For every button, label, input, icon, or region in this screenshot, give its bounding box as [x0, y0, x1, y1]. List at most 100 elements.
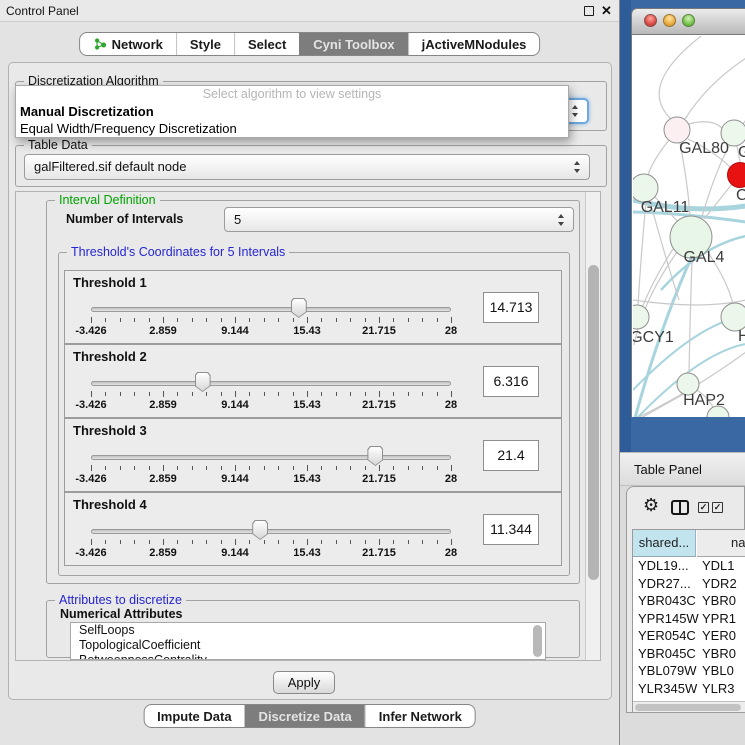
tab-label: Cyni Toolbox: [313, 37, 394, 52]
slider-tick: [163, 465, 164, 471]
attribute-item-betweennesscentrality[interactable]: BetweennessCentrality: [71, 653, 545, 660]
table-row[interactable]: YER054CYER0: [633, 627, 745, 645]
slider-tick: [307, 465, 308, 471]
slider-track[interactable]: [91, 381, 451, 386]
tab-discretize-data[interactable]: Discretize Data: [245, 705, 365, 727]
close-window-button[interactable]: [644, 14, 657, 27]
slider-tick: [379, 465, 380, 471]
slider-tick: [393, 540, 394, 544]
table-row[interactable]: YDR27...YDR2: [633, 575, 745, 593]
network-node-label: H: [738, 328, 745, 345]
threshold-title: Threshold 4: [73, 497, 147, 512]
table-row[interactable]: YBR045CYBR0: [633, 645, 745, 663]
number-of-intervals-label: Number of Intervals: [66, 212, 183, 226]
control-panel-tabs: Network Style Select Cyni Toolbox jActiveMNo…: [79, 32, 541, 56]
slider-tick: [235, 391, 236, 397]
slider-tick: [221, 318, 222, 322]
slider-tick: [91, 539, 92, 545]
columns-icon[interactable]: [671, 500, 689, 515]
apply-button[interactable]: Apply: [273, 671, 335, 694]
tab-label: Discretize Data: [259, 709, 352, 724]
network-edge: [642, 249, 673, 308]
network-node-c[interactable]: [728, 163, 745, 188]
dropdown-option-manual-discretization[interactable]: Manual Discretization: [16, 103, 568, 120]
slider-track[interactable]: [91, 307, 451, 312]
slider-tick: [192, 318, 193, 322]
table-row[interactable]: YPR145WYPR1: [633, 610, 745, 628]
threshold-value-field[interactable]: 21.4: [483, 440, 539, 471]
vertical-scrollbar-track[interactable]: [585, 192, 600, 660]
slider-track[interactable]: [91, 455, 451, 460]
cell-name: YBL0: [702, 662, 734, 680]
threshold-panel-2: Threshold 2-3.4262.8599.14415.4321.71528…: [64, 344, 562, 418]
slider-tick: [408, 466, 409, 470]
tab-impute-data[interactable]: Impute Data: [144, 705, 244, 727]
tab-style[interactable]: Style: [176, 33, 234, 55]
network-node-h[interactable]: [721, 303, 745, 331]
slider-tick: [278, 540, 279, 544]
slider-thumb[interactable]: [367, 446, 383, 466]
gear-icon[interactable]: ⚙: [643, 495, 659, 515]
cell-shared-name: YDR27...: [638, 575, 691, 593]
table-row[interactable]: YDL19...YDL1: [633, 557, 745, 575]
attributes-list-scrollbar[interactable]: [533, 625, 542, 657]
network-edge: [689, 122, 722, 128]
slider-tick: [321, 318, 322, 322]
network-node-gcy1[interactable]: [633, 305, 649, 329]
slider-tick: [336, 318, 337, 322]
network-node-label: HAP2: [683, 392, 725, 409]
minimize-window-button[interactable]: [663, 14, 676, 27]
zoom-window-button[interactable]: [682, 14, 695, 27]
table-data-label: Table Data: [24, 138, 92, 152]
horizontal-scrollbar-thumb[interactable]: [635, 704, 741, 711]
column-header-shared-name[interactable]: shared...: [633, 530, 696, 557]
tab-cyni-toolbox[interactable]: Cyni Toolbox: [299, 33, 407, 55]
horizontal-scrollbar-track[interactable]: [633, 701, 745, 712]
tab-infer-network[interactable]: Infer Network: [365, 705, 475, 727]
slider-tick: [249, 540, 250, 544]
slider-tick: [249, 318, 250, 322]
slider-tick: [307, 391, 308, 397]
tab-jactivemnodules[interactable]: jActiveMNodules: [408, 33, 540, 55]
network-node-gal11[interactable]: [633, 174, 658, 202]
vertical-scrollbar-thumb[interactable]: [588, 265, 599, 580]
attribute-item-topologicalcoefficient[interactable]: TopologicalCoefficient: [71, 638, 545, 653]
threshold-value-field[interactable]: 6.316: [483, 366, 539, 397]
table-row[interactable]: YLR345WYLR3: [633, 680, 745, 698]
float-window-icon[interactable]: [584, 6, 594, 16]
slider-tick: [379, 539, 380, 545]
control-panel: Control Panel ✕ NetworkStyleSelectCyni T…: [0, 0, 620, 745]
table-row[interactable]: YBL079WYBL0: [633, 662, 745, 680]
table-row[interactable]: YBR043CYBR0: [633, 592, 745, 610]
network-node-label: GCY1: [633, 329, 674, 346]
table-panel-title: Table Panel: [634, 453, 702, 486]
table-data-combobox[interactable]: galFiltered.sif default node: [24, 154, 590, 180]
slider-tick: [336, 466, 337, 470]
slider-track[interactable]: [91, 529, 451, 534]
network-edge: [641, 394, 684, 417]
slider-tick: [163, 391, 164, 397]
slider-tick-label: -3.426: [61, 547, 121, 559]
network-node-label: GAL11: [641, 199, 690, 216]
slider-thumb[interactable]: [195, 372, 211, 392]
slider-tick-label: 2.859: [133, 325, 193, 337]
slider-tick: [206, 540, 207, 544]
tab-select[interactable]: Select: [234, 33, 299, 55]
slider-tick: [408, 318, 409, 322]
threshold-value-field[interactable]: 11.344: [483, 514, 539, 545]
column-header-name[interactable]: na: [697, 530, 745, 557]
slider-thumb[interactable]: [252, 520, 268, 540]
slider-thumb[interactable]: [291, 298, 307, 318]
number-of-intervals-combobox[interactable]: 5: [224, 207, 574, 232]
threshold-value-field[interactable]: 14.713: [483, 292, 539, 323]
tab-network[interactable]: Network: [80, 33, 176, 55]
slider-tick-label: 2.859: [133, 547, 193, 559]
dropdown-option-equal-width-frequency-discretization[interactable]: Equal Width/Frequency Discretization: [16, 120, 568, 137]
close-icon[interactable]: ✕: [601, 3, 612, 19]
slider-tick: [451, 391, 452, 397]
tab-label: Style: [190, 37, 221, 52]
attribute-item-selfloops[interactable]: SelfLoops: [71, 623, 545, 638]
checkbox-icon[interactable]: ✓: [698, 502, 709, 513]
network-view-canvas[interactable]: GAL80GACGAL11GAL4GCY1HHAP2: [631, 35, 745, 417]
checkbox-icon[interactable]: ✓: [712, 502, 723, 513]
